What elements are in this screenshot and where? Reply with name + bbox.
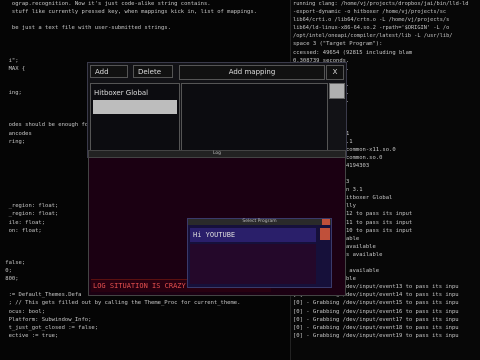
terminal-line: [0] - Grabbing /dev/input/event19 to pas… bbox=[293, 332, 459, 339]
terminal-line: [0] - Grabbing /dev/input/event15 to pas… bbox=[293, 300, 459, 307]
select-program-titlebar[interactable]: Select Program bbox=[188, 219, 331, 225]
terminal-line: lib64/ld-linux-x86-64.so.2 -rpath='$ORIG… bbox=[293, 25, 450, 32]
terminal-line: space 3 ("Target Program"): bbox=[293, 41, 383, 48]
hitboxer-main-window: Add Delete Add mapping X Hitboxer Global bbox=[87, 62, 347, 158]
delete-button[interactable]: Delete bbox=[133, 65, 173, 78]
code-line: Platform: Subwindow_Info; bbox=[2, 316, 92, 323]
log-window-title: Log bbox=[212, 151, 222, 156]
select-program-title: Select Program bbox=[242, 219, 277, 224]
program-list-area[interactable] bbox=[190, 244, 316, 284]
terminal-line: running clang: /home/vj/projects/dropbox… bbox=[293, 1, 469, 7]
select-program-window: Select Program Hi YOUTUBE bbox=[187, 218, 332, 288]
add-mapping-button[interactable]: Add mapping bbox=[179, 65, 325, 80]
terminal-line: [0] - Grabbing /dev/input/event17 to pas… bbox=[293, 316, 459, 323]
terminal-build-output: running clang: /home/vj/projects/dropbox… bbox=[291, 0, 480, 40]
terminal-line: /opt/intel/oneapi/compiler/latest/lib -L… bbox=[293, 33, 453, 40]
terminal-line: [0] - Grabbing /dev/input/event18 to pas… bbox=[293, 324, 459, 331]
log-window-titlebar[interactable]: Log bbox=[89, 151, 345, 158]
terminal-line: -export-dynamic -o hitboxer /home/vj/pro… bbox=[293, 9, 447, 16]
code-line: stuff like currently pressed key, when m… bbox=[2, 9, 257, 16]
code-line: ograp.recognition. Now it's just code-al… bbox=[2, 1, 211, 7]
close-icon[interactable] bbox=[322, 219, 330, 225]
code-line: ective := true; bbox=[2, 332, 59, 339]
profile-list[interactable]: Hitboxer Global bbox=[90, 83, 180, 157]
add-button[interactable]: Add bbox=[90, 65, 128, 78]
close-button[interactable]: X bbox=[326, 65, 344, 80]
scrollbar-handle[interactable] bbox=[320, 228, 330, 240]
code-line: be just a text file with user-submitted … bbox=[2, 25, 171, 32]
mapping-list[interactable] bbox=[181, 83, 328, 157]
code-line: ocus: bool; bbox=[2, 308, 46, 315]
terminal-line: ccessed: 49654 (92815 including blam bbox=[293, 49, 413, 56]
list-item-selected[interactable] bbox=[93, 100, 177, 114]
program-item[interactable]: Hi YOUTUBE bbox=[190, 228, 316, 242]
terminal-line: [0] - Grabbing /dev/input/event16 to pas… bbox=[293, 308, 459, 315]
scrollbar-handle[interactable] bbox=[329, 83, 345, 99]
code-line: ; // This gets filled out by calling the… bbox=[2, 300, 241, 307]
terminal-line: lib64/crti.o /lib64/crtn.o -L /home/vj/p… bbox=[293, 17, 450, 24]
code-line: t_just_got_closed := false; bbox=[2, 324, 99, 331]
